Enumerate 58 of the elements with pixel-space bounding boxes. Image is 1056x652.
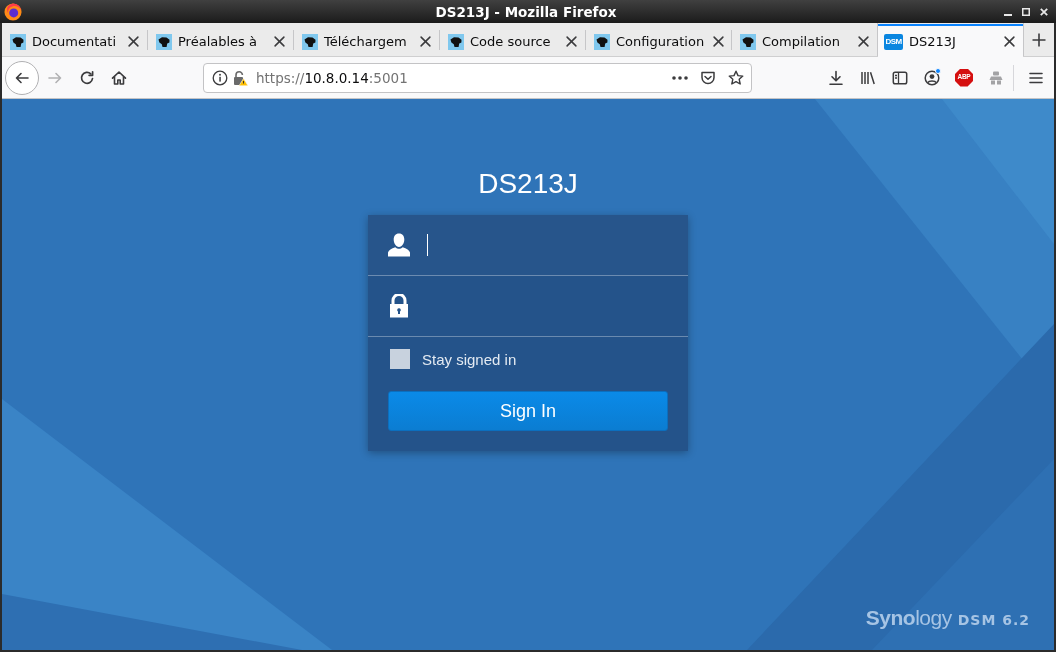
sidebar-icon xyxy=(892,69,908,86)
pocket-icon xyxy=(700,69,716,86)
close-icon xyxy=(1003,36,1015,47)
sign-in-button[interactable]: Sign In xyxy=(388,391,668,431)
close-tab-button[interactable] xyxy=(417,33,433,50)
text-cursor-icon xyxy=(427,234,428,256)
firefox-logo-icon xyxy=(4,2,22,21)
browser-tab[interactable]: Configuration xyxy=(586,24,731,57)
close-tab-button[interactable] xyxy=(563,33,579,50)
back-button[interactable] xyxy=(5,60,39,95)
username-field[interactable] xyxy=(368,215,688,276)
close-icon xyxy=(857,36,869,47)
browser-tab[interactable]: Documentati xyxy=(2,24,147,57)
robot-icon xyxy=(988,69,1004,86)
checkbox-label: Stay signed in xyxy=(422,350,517,368)
account-icon xyxy=(924,69,940,86)
close-icon xyxy=(712,36,724,47)
login-title: DS213J xyxy=(478,168,578,200)
info-icon xyxy=(212,69,228,86)
user-icon xyxy=(388,233,410,257)
home-icon xyxy=(111,69,127,86)
download-icon xyxy=(828,69,844,86)
site-favicon: DSM xyxy=(884,33,903,50)
lock-warning-icon xyxy=(232,69,248,86)
close-tab-button[interactable] xyxy=(125,33,141,50)
window-title: DS213J - Mozilla Firefox xyxy=(435,3,617,20)
close-icon xyxy=(565,36,577,47)
browser-tab[interactable]: Code source xyxy=(440,24,585,57)
dog-head-icon xyxy=(740,33,756,50)
dog-head-icon xyxy=(594,33,610,50)
checkbox[interactable] xyxy=(390,349,410,369)
browser-tab[interactable]: DSM DS213J xyxy=(878,24,1023,57)
brand-name: Synology xyxy=(865,606,952,630)
more-icon xyxy=(672,75,688,80)
close-tab-button[interactable] xyxy=(855,33,871,50)
library-icon xyxy=(860,69,876,86)
address-bar[interactable]: https://10.8.0.14:5001 xyxy=(203,62,752,93)
url-text: https://10.8.0.14:5001 xyxy=(256,69,408,86)
maximize-icon[interactable] xyxy=(1022,7,1030,16)
padlock-icon xyxy=(389,294,409,318)
product-version: DSM 6.2 xyxy=(957,612,1030,628)
dog-head-icon xyxy=(448,33,464,50)
close-tab-button[interactable] xyxy=(710,33,727,50)
plus-icon xyxy=(1032,32,1046,47)
dog-head-icon xyxy=(10,33,26,50)
close-icon xyxy=(127,36,139,47)
close-tab-button[interactable] xyxy=(271,33,287,50)
browser-tab[interactable]: Compilation xyxy=(732,24,877,57)
close-icon xyxy=(419,36,431,47)
dog-head-icon xyxy=(302,33,318,50)
close-tab-button[interactable] xyxy=(1001,33,1017,50)
reload-icon xyxy=(79,69,95,86)
close-icon[interactable] xyxy=(1040,7,1048,16)
dog-head-icon xyxy=(156,33,172,50)
browser-tab[interactable]: Préalables à xyxy=(148,24,293,57)
close-icon xyxy=(273,36,285,47)
browser-tab[interactable]: Téléchargem xyxy=(294,24,439,57)
star-icon xyxy=(728,69,744,86)
